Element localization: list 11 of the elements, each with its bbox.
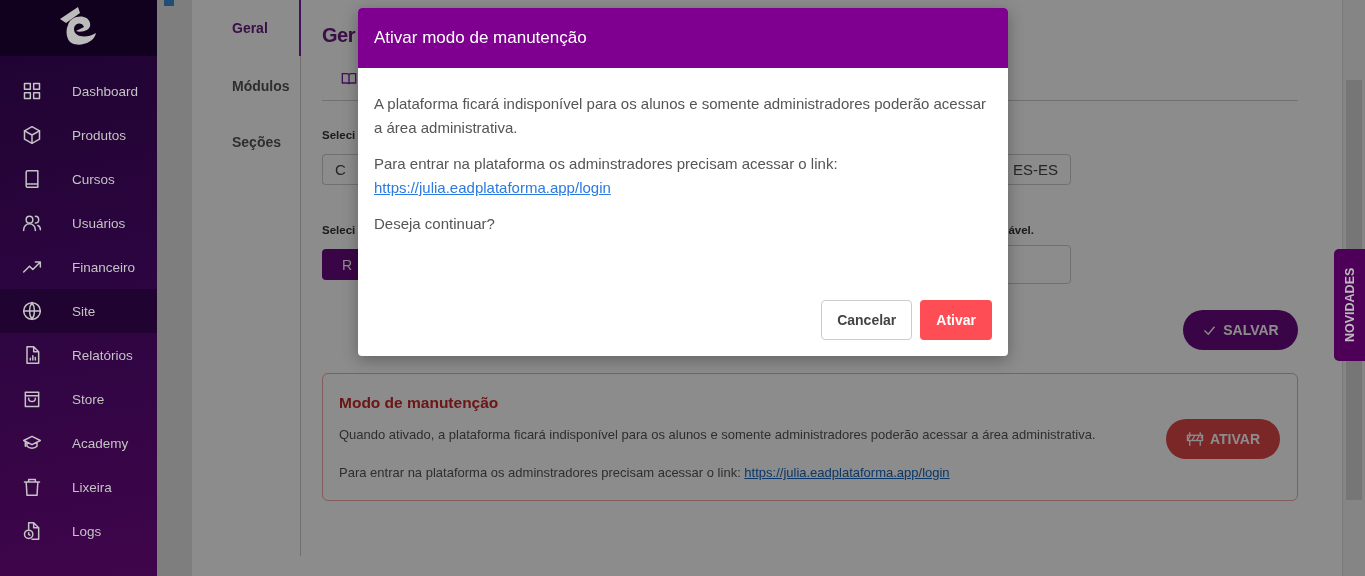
modal-title: Ativar modo de manutenção (374, 28, 587, 48)
field-label: Seleci (322, 224, 356, 236)
card-title: Modo de manutenção (339, 394, 500, 412)
card-link-text: Para entrar na plataforma os adminstradores precisam acessar o link: https://julia.eadplataforma.app/login (339, 464, 951, 482)
card-description: Quando ativado, a plataforma ficará indisponível para os alunos e somente administradores poderão acessar a área administrativa. (339, 426, 1096, 444)
field-label: ável. (1008, 224, 1034, 236)
modal-text: A plataforma ficará indisponível para os alunos e somente administradores poderão acessar a área administrativa. (374, 94, 987, 138)
page-title: Ger (322, 23, 355, 48)
field-label: Seleci (322, 129, 356, 141)
modal-text: Para entrar na plataforma os adminstradores precisam acessar o link: https://julia.eadplataforma.app/login (374, 154, 839, 198)
modal-question: Deseja continuar? (374, 214, 496, 234)
